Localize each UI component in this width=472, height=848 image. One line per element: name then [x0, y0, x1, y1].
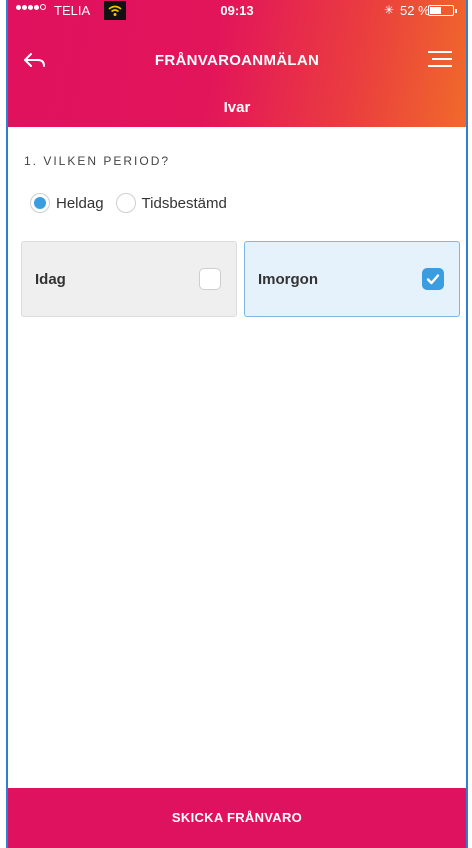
day-label: Imorgon: [258, 271, 318, 288]
student-name: Ivar: [223, 99, 251, 116]
period-section-label: 1. VILKEN PERIOD?: [24, 154, 171, 168]
battery-percent: 52 %: [400, 3, 430, 18]
checkbox[interactable]: [199, 268, 221, 290]
checkbox[interactable]: [422, 268, 444, 290]
status-bar: TELIA 09:13 ✳ 52 %: [8, 0, 466, 22]
radio-label: Tidsbestämd: [141, 194, 227, 212]
radio-label: Heldag: [56, 194, 104, 212]
day-label: Idag: [35, 271, 66, 288]
radio-option-tidsbestamd[interactable]: Tidsbestämd: [115, 193, 227, 213]
status-time: 09:13: [220, 3, 254, 18]
submit-absence-button[interactable]: SKICKA FRÅNVARO: [8, 788, 466, 848]
day-card-idag[interactable]: Idag: [21, 241, 237, 317]
bluetooth-icon: ✳: [384, 3, 395, 17]
header: TELIA 09:13 ✳ 52 % FRÅNVAROANMÄLAN Ivar: [8, 0, 466, 127]
day-card-imorgon[interactable]: Imorgon: [244, 241, 460, 317]
radio-option-heldag[interactable]: Heldag: [30, 193, 104, 213]
battery-icon: [428, 5, 457, 16]
nav-bar: FRÅNVAROANMÄLAN: [8, 40, 466, 80]
hamburger-menu-icon[interactable]: [428, 51, 452, 69]
page-title: FRÅNVAROANMÄLAN: [154, 52, 320, 69]
radio-button[interactable]: [30, 193, 50, 213]
period-radio-group: Heldag Tidsbestämd: [30, 193, 239, 213]
app-frame: TELIA 09:13 ✳ 52 % FRÅNVAROANMÄLAN Ivar …: [6, 0, 468, 848]
radio-button[interactable]: [115, 193, 136, 213]
